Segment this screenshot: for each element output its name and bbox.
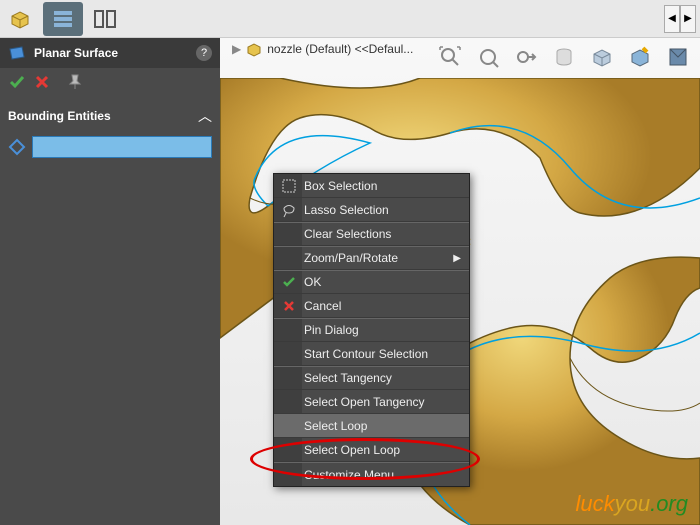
tab-feature[interactable] [1,2,41,36]
menu-pin-dialog[interactable]: Pin Dialog [274,318,469,342]
property-panel: Planar Surface ? Bounding Entities ︿ [0,38,220,525]
tab-split[interactable] [85,2,125,36]
menu-customize[interactable]: Customize Menu [274,462,469,486]
menu-zoom-pan-rotate[interactable]: Zoom/Pan/Rotate▶ [274,246,469,270]
section-header[interactable]: Bounding Entities ︿ [8,102,212,130]
menu-start-contour[interactable]: Start Contour Selection [274,342,469,366]
display-style-button[interactable] [586,41,618,73]
menu-ok[interactable]: OK [274,270,469,294]
ok-check-icon [280,273,298,291]
section-view-button[interactable] [548,41,580,73]
hide-show-button[interactable] [624,41,656,73]
planar-surface-icon [8,44,26,62]
menu-select-open-tangency[interactable]: Select Open Tangency [274,390,469,414]
breadcrumb: ▶ nozzle (Default) <<Defaul... [228,40,413,58]
chevron-up-icon: ︿ [198,106,212,126]
ok-icon[interactable] [8,73,26,91]
selection-box[interactable] [32,136,212,158]
extrude-icon [8,6,34,32]
edge-icon [8,138,26,156]
zoom-area-button[interactable] [472,41,504,73]
menu-select-tangency[interactable]: Select Tangency [274,366,469,390]
submenu-arrow-icon: ▶ [453,253,461,264]
top-tab-bar: ◀ ▶ [0,0,700,38]
previous-view-button[interactable] [510,41,542,73]
lasso-icon [280,201,298,219]
bounding-entities-section: Bounding Entities ︿ [0,96,220,164]
breadcrumb-item[interactable]: nozzle (Default) <<Defaul... [267,42,413,56]
menu-select-loop[interactable]: Select Loop [274,414,469,438]
box-selection-icon [280,177,298,195]
breadcrumb-arrow-icon: ▶ [232,42,241,56]
menu-clear-selections[interactable]: Clear Selections [274,222,469,246]
context-menu: Box Selection Lasso Selection Clear Sele… [273,173,470,487]
help-button[interactable]: ? [196,45,212,61]
pushpin-icon[interactable] [66,73,84,91]
appearance-button[interactable] [662,41,694,73]
panel-title: Planar Surface [34,46,196,60]
tab-nav: ◀ ▶ [664,5,696,33]
nav-prev-button[interactable]: ◀ [664,5,680,33]
entity-selection-row [8,136,212,158]
zoom-fit-button[interactable] [434,41,466,73]
cancel-icon[interactable] [34,74,50,90]
menu-select-open-loop[interactable]: Select Open Loop [274,438,469,462]
nav-next-button[interactable]: ▶ [680,5,696,33]
tab-tree[interactable] [43,2,83,36]
tree-icon [52,8,74,30]
split-icon [93,7,117,31]
panel-header: Planar Surface ? [0,38,220,68]
menu-lasso-selection[interactable]: Lasso Selection [274,198,469,222]
menu-box-selection[interactable]: Box Selection [274,174,469,198]
section-label: Bounding Entities [8,109,111,123]
part-icon [245,40,263,58]
cancel-x-icon [280,297,298,315]
menu-cancel[interactable]: Cancel [274,294,469,318]
panel-actions [0,68,220,96]
